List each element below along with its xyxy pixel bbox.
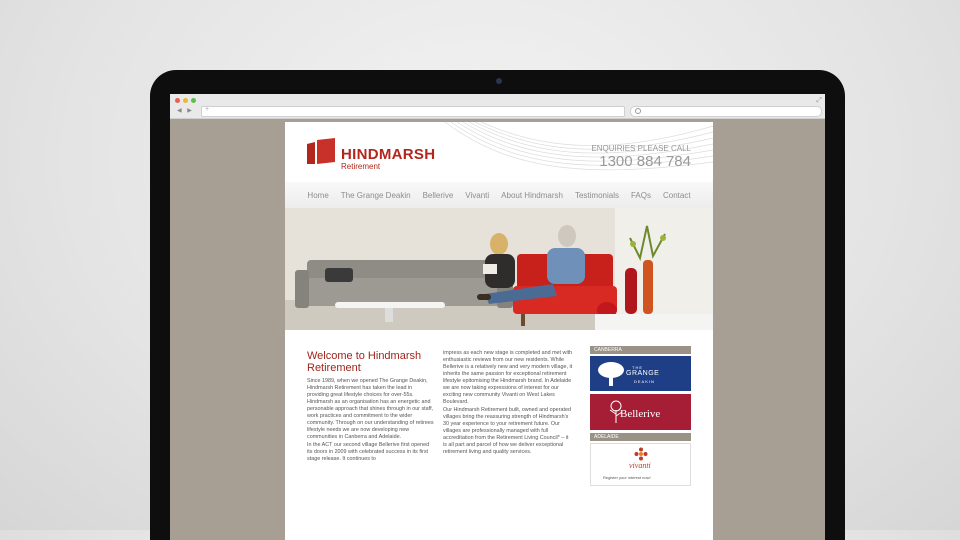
vivanti-banner[interactable]: vivanti Register your interest now! (590, 443, 691, 486)
browser-toolbar: ◀ ▶ + ⤢ (170, 94, 825, 119)
welcome-column-1: Since 1989, when we opened The Grange De… (307, 378, 435, 464)
adelaide-label: ADELAIDE (590, 433, 691, 441)
main-navigation: Home The Grange Deakin Bellerive Vivanti… (285, 182, 713, 208)
nav-testimonials[interactable]: Testimonials (575, 191, 619, 200)
camera-icon (496, 78, 502, 84)
close-window-button[interactable] (175, 98, 180, 103)
maximize-window-button[interactable] (191, 98, 196, 103)
nav-faqs[interactable]: FAQs (631, 191, 651, 200)
enquiries-label: ENQUIRIES PLEASE CALL (591, 144, 691, 153)
hero-photo (285, 208, 713, 330)
grange-line-2: GRANGE (626, 370, 660, 377)
living-room-photo (285, 208, 713, 330)
hindmarsh-logo-icon (307, 138, 335, 164)
logo-subtitle: Retirement (341, 162, 381, 171)
tree-icon (598, 362, 624, 386)
browser-screen: ◀ ▶ + ⤢ HINDMARSH Retirement ENQUIRIES P… (170, 94, 825, 540)
welcome-paragraph-4: Our Hindmarsh Retirement built, owned an… (443, 407, 571, 455)
content-area: Welcome to Hindmarsh Retirement Since 19… (285, 330, 713, 540)
vivanti-register-text[interactable]: Register your interest now! (603, 475, 651, 480)
site-header: HINDMARSH Retirement ENQUIRIES PLEASE CA… (285, 122, 713, 182)
vivanti-logo-text: vivanti (629, 461, 651, 470)
logo-name[interactable]: HINDMARSH (341, 146, 435, 163)
nav-the-grange-deakin[interactable]: The Grange Deakin (341, 191, 411, 200)
nav-contact[interactable]: Contact (663, 191, 691, 200)
welcome-paragraph-2: In the ACT our second village Bellerive … (307, 442, 430, 462)
welcome-paragraph-3: impress as each new stage is completed a… (443, 350, 573, 405)
minimize-window-button[interactable] (183, 98, 188, 103)
welcome-column-2: impress as each new stage is completed a… (443, 350, 573, 457)
welcome-paragraph-1: Since 1989, when we opened The Grange De… (307, 378, 434, 440)
back-forward-icon[interactable]: ◀ ▶ (177, 107, 194, 114)
canberra-label: CANBERRA (590, 346, 691, 354)
grange-line-3: DEAKIN (634, 379, 655, 384)
website-page: HINDMARSH Retirement ENQUIRIES PLEASE CA… (285, 122, 713, 540)
bellerive-logo-text: Bellerive (620, 408, 661, 420)
address-bar[interactable]: + (201, 106, 625, 117)
vivanti-flower-icon (634, 447, 648, 461)
welcome-heading: Welcome to Hindmarsh Retirement (307, 350, 422, 374)
nav-vivanti[interactable]: Vivanti (465, 191, 489, 200)
bellerive-banner[interactable]: Bellerive (590, 394, 691, 430)
search-icon (635, 108, 641, 114)
nav-about-hindmarsh[interactable]: About Hindmarsh (501, 191, 563, 200)
nav-bellerive[interactable]: Bellerive (423, 191, 454, 200)
browser-search-input[interactable] (630, 106, 822, 117)
fullscreen-icon[interactable]: ⤢ (816, 97, 822, 105)
nav-home[interactable]: Home (307, 191, 328, 200)
laptop-frame: ◀ ▶ + ⤢ HINDMARSH Retirement ENQUIRIES P… (150, 70, 845, 540)
add-tab-icon[interactable]: + (205, 106, 209, 113)
phone-number[interactable]: 1300 884 784 (599, 153, 691, 170)
village-sidebar: CANBERRA THE GRANGE DEAKIN Bellerive ADE… (590, 346, 691, 489)
grange-deakin-banner[interactable]: THE GRANGE DEAKIN (590, 356, 691, 391)
